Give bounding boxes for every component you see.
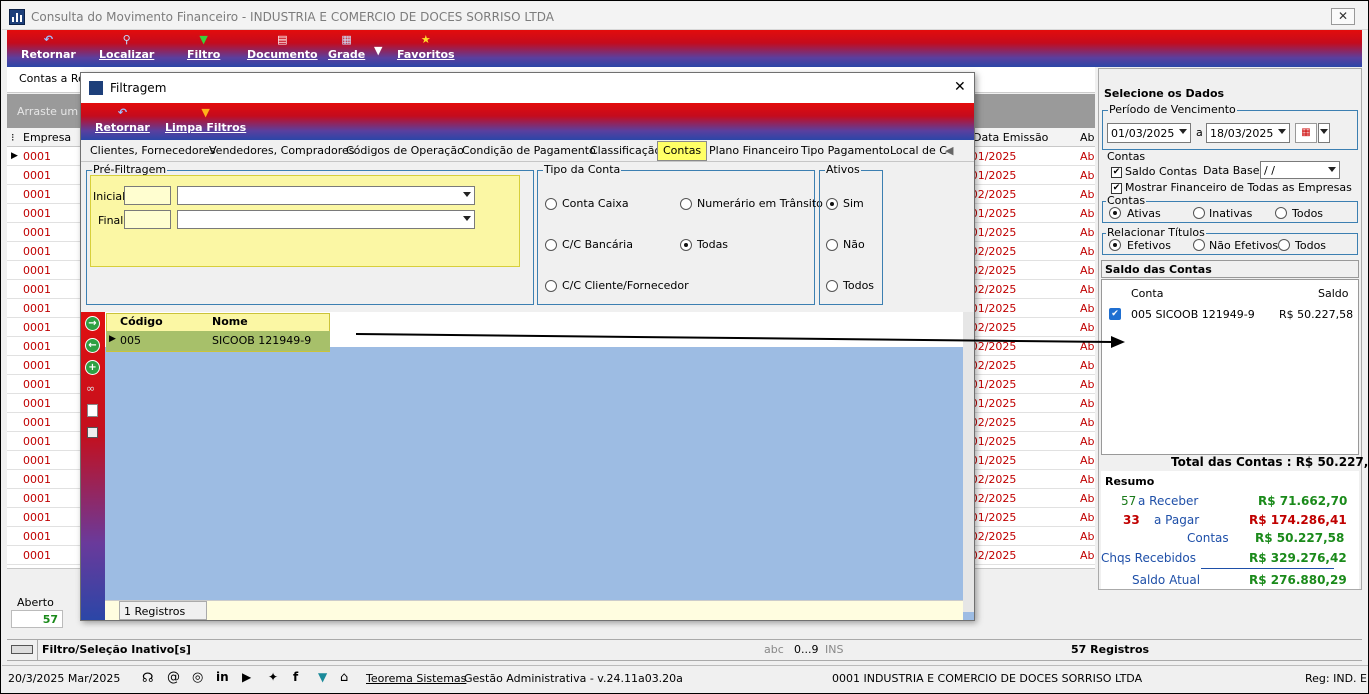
app-window: Consulta do Movimento Financeiro - INDUS…: [0, 0, 1369, 694]
annotation-arrow: [355, 333, 1125, 348]
